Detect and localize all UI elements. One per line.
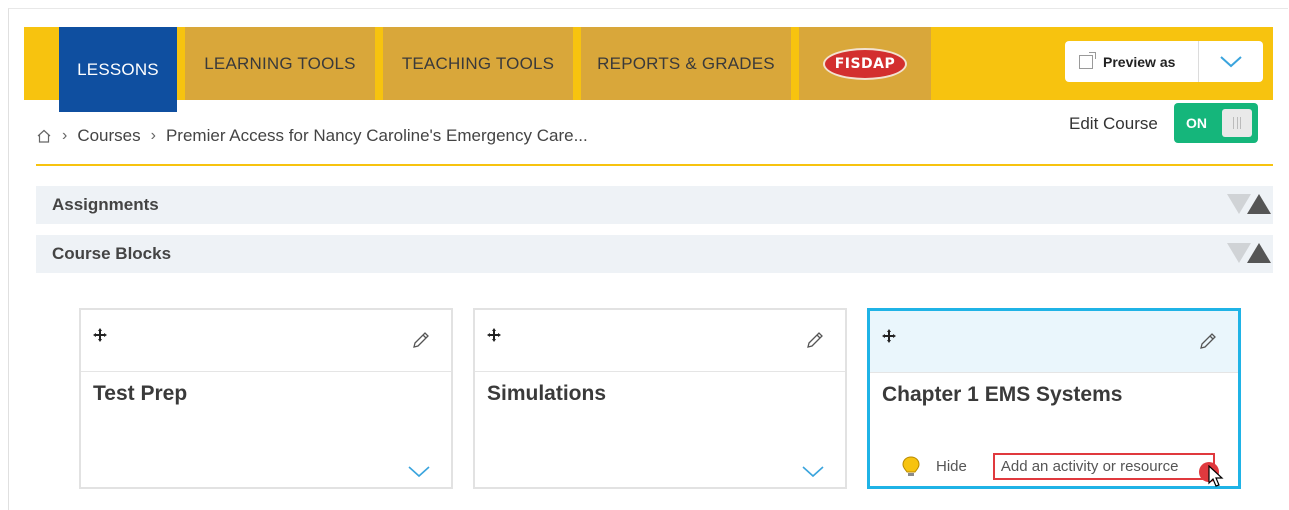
card-title[interactable]: Simulations — [487, 382, 606, 406]
fisdap-logo: FISDAP — [823, 47, 907, 80]
course-block-card: Simulations — [473, 308, 847, 489]
pencil-icon[interactable] — [805, 330, 825, 350]
breadcrumb-separator-icon: › — [150, 127, 156, 144]
move-up-icon[interactable] — [1247, 243, 1271, 263]
course-blocks-title: Course Blocks — [52, 244, 172, 263]
chevron-down-icon[interactable] — [801, 465, 825, 479]
lightbulb-icon — [902, 455, 920, 476]
card-header — [475, 310, 845, 372]
pencil-icon[interactable] — [1198, 331, 1218, 351]
assignments-title: Assignments — [52, 195, 159, 214]
hide-toggle[interactable]: Hide — [936, 458, 967, 475]
card-header — [870, 311, 1238, 373]
move-up-icon[interactable] — [1247, 194, 1271, 214]
top-navigation: LESSONS LEARNING TOOLS TEACHING TOOLS RE… — [24, 27, 1273, 112]
tab-teaching-tools[interactable]: TEACHING TOOLS — [383, 27, 573, 100]
add-activity-resource-link[interactable]: Add an activity or resource — [992, 453, 1215, 480]
card-header — [81, 310, 451, 372]
preview-dropdown-toggle[interactable] — [1199, 55, 1263, 69]
preview-as-control: Preview as — [1065, 41, 1263, 82]
assignments-section-header[interactable]: Assignments — [36, 186, 1273, 224]
tab-lessons[interactable]: LESSONS — [59, 27, 177, 112]
card-footer: Hide Add an activity or resource — [902, 453, 1215, 480]
external-view-icon — [1079, 51, 1096, 69]
mouse-cursor-icon — [1208, 465, 1224, 487]
tab-fisdap[interactable]: FISDAP — [799, 27, 931, 100]
chevron-down-icon[interactable] — [407, 465, 431, 479]
course-block-card: Test Prep — [79, 308, 453, 489]
section-sort-controls — [1227, 243, 1271, 263]
move-icon[interactable] — [882, 329, 896, 343]
course-block-card-selected: Chapter 1 EMS Systems Hide Add an activi… — [867, 308, 1241, 489]
breadcrumb-course-link[interactable]: Premier Access for Nancy Caroline's Emer… — [166, 126, 588, 146]
breadcrumb: › Courses › Premier Access for Nancy Car… — [36, 126, 588, 146]
tab-learning-tools[interactable]: LEARNING TOOLS — [185, 27, 375, 100]
home-icon[interactable] — [36, 128, 52, 144]
card-title[interactable]: Test Prep — [93, 382, 187, 406]
header-divider — [36, 164, 1273, 166]
chevron-down-icon — [1220, 55, 1242, 67]
move-icon[interactable] — [93, 328, 107, 342]
preview-as-label: Preview as — [1103, 53, 1176, 70]
toggle-state-label: ON — [1186, 115, 1207, 131]
toggle-knob — [1222, 109, 1252, 137]
breadcrumb-courses-link[interactable]: Courses — [77, 126, 140, 146]
course-blocks-section-header[interactable]: Course Blocks — [36, 235, 1273, 273]
pencil-icon[interactable] — [411, 330, 431, 350]
tab-reports-grades[interactable]: REPORTS & GRADES — [581, 27, 791, 100]
move-icon[interactable] — [487, 328, 501, 342]
breadcrumb-separator-icon: › — [62, 127, 68, 144]
edit-course-toggle[interactable]: ON — [1174, 103, 1258, 143]
card-title[interactable]: Chapter 1 EMS Systems — [882, 383, 1122, 407]
edit-course-label: Edit Course — [1069, 114, 1158, 133]
section-sort-controls — [1227, 194, 1271, 214]
preview-as-button[interactable]: Preview as — [1065, 41, 1199, 82]
